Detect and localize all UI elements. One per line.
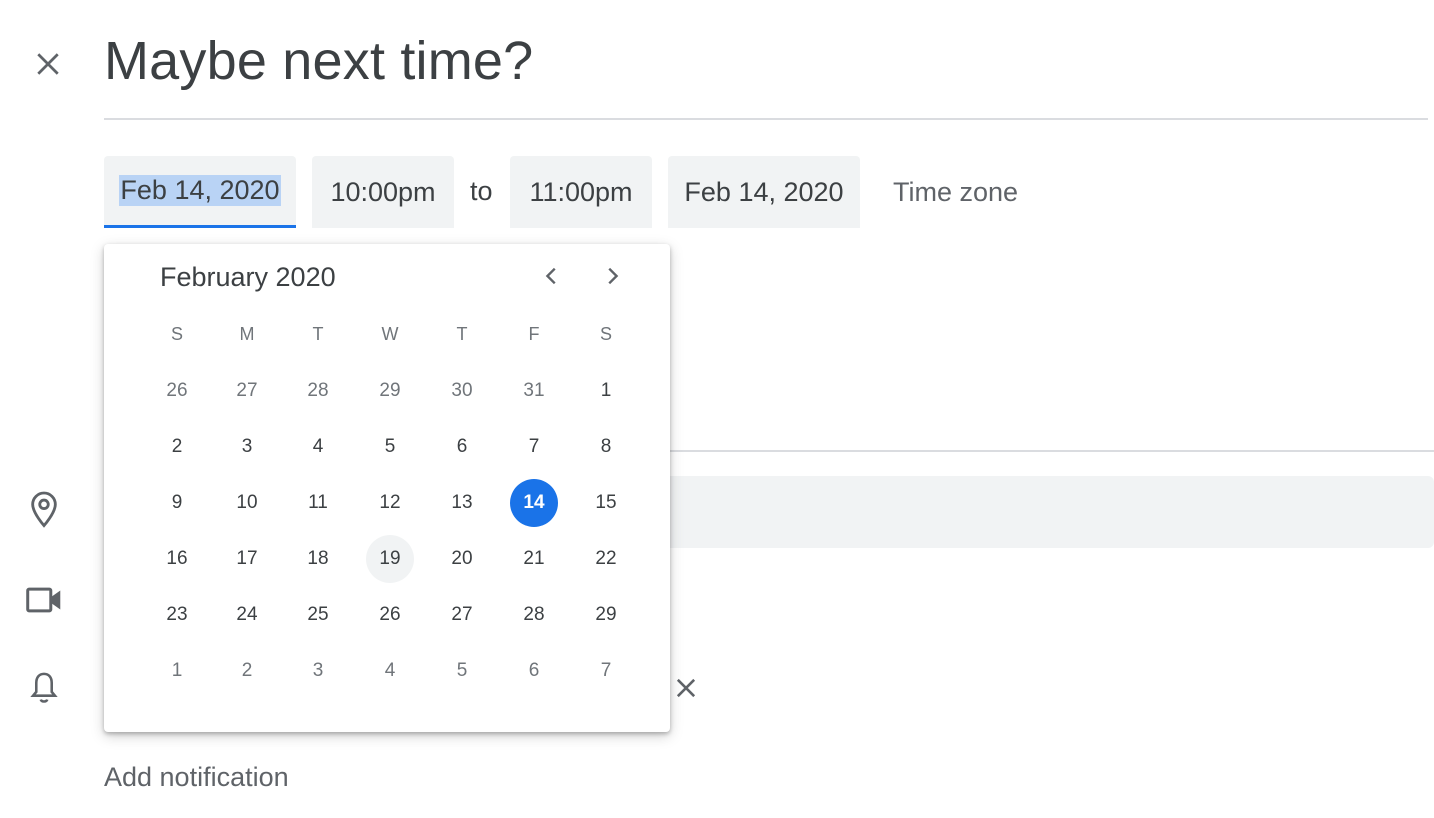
end-time-value: 11:00pm — [529, 176, 633, 207]
calendar-day[interactable]: 4 — [366, 647, 414, 695]
calendar-day[interactable]: 10 — [223, 479, 271, 527]
bell-icon — [22, 666, 66, 710]
calendar-day[interactable]: 17 — [223, 535, 271, 583]
time-zone-button[interactable]: Time zone — [893, 177, 1018, 208]
calendar-day[interactable]: 6 — [438, 423, 486, 471]
calendar-day[interactable]: 12 — [366, 479, 414, 527]
close-button[interactable] — [26, 42, 70, 86]
weekday-label: S — [599, 324, 612, 344]
start-date-value: Feb 14, 2020 — [119, 175, 281, 206]
previous-month-button[interactable] — [532, 256, 572, 296]
video-camera-icon — [22, 578, 66, 622]
calendar-day[interactable]: 20 — [438, 535, 486, 583]
next-month-button[interactable] — [592, 256, 632, 296]
to-label: to — [470, 176, 493, 206]
chevron-left-icon — [545, 267, 556, 285]
end-time-field[interactable]: 11:00pm — [510, 156, 652, 228]
calendar-day[interactable]: 21 — [510, 535, 558, 583]
calendar-day[interactable]: 7 — [510, 423, 558, 471]
remove-notification-button[interactable] — [668, 668, 704, 708]
calendar-day-today[interactable]: 19 — [366, 535, 414, 583]
calendar-day[interactable]: 26 — [153, 367, 201, 415]
calendar-day[interactable]: 1 — [153, 647, 201, 695]
close-icon — [37, 53, 59, 75]
start-date-field[interactable]: Feb 14, 2020 — [104, 156, 296, 228]
weekday-label: S — [170, 324, 183, 344]
calendar-day[interactable]: 29 — [366, 367, 414, 415]
calendar-day[interactable]: 26 — [366, 591, 414, 639]
calendar-day[interactable]: 27 — [223, 367, 271, 415]
calendar-day-selected[interactable]: 14 — [510, 479, 558, 527]
calendar-day[interactable]: 22 — [582, 535, 630, 583]
calendar-day[interactable]: 18 — [294, 535, 342, 583]
calendar-day[interactable]: 28 — [510, 591, 558, 639]
date-picker-popup: February 2020 SMTWTFS 26 27 28 29 30 31 1 2 3 4 5 6… — [104, 244, 670, 732]
calendar-day[interactable]: 31 — [510, 367, 558, 415]
start-time-value: 10:00pm — [330, 176, 436, 207]
calendar-day[interactable]: 13 — [438, 479, 486, 527]
close-icon — [676, 678, 696, 698]
calendar-day[interactable]: 29 — [582, 591, 630, 639]
calendar-month-label: February 2020 — [160, 262, 336, 292]
calendar-day[interactable]: 28 — [294, 367, 342, 415]
add-notification-button[interactable]: Add notification — [104, 762, 289, 793]
event-title[interactable]: Maybe next time? — [104, 30, 533, 92]
calendar-day[interactable]: 5 — [438, 647, 486, 695]
calendar-day[interactable]: 24 — [223, 591, 271, 639]
calendar-day[interactable]: 11 — [294, 479, 342, 527]
title-divider — [104, 118, 1428, 120]
calendar-day[interactable]: 1 — [582, 367, 630, 415]
weekday-label: T — [456, 324, 468, 344]
calendar-day[interactable]: 2 — [153, 423, 201, 471]
calendar-day[interactable]: 15 — [582, 479, 630, 527]
calendar-day[interactable]: 8 — [582, 423, 630, 471]
calendar-day[interactable]: 30 — [438, 367, 486, 415]
calendar-day[interactable]: 3 — [223, 423, 271, 471]
start-time-field[interactable]: 10:00pm — [312, 156, 454, 228]
calendar-day[interactable]: 2 — [223, 647, 271, 695]
calendar-day[interactable]: 16 — [153, 535, 201, 583]
weekday-label: T — [312, 324, 324, 344]
weekday-label: F — [528, 324, 540, 344]
chevron-right-icon — [608, 267, 619, 285]
calendar-day[interactable]: 7 — [582, 647, 630, 695]
end-date-value: Feb 14, 2020 — [684, 176, 844, 207]
end-date-field[interactable]: Feb 14, 2020 — [668, 156, 860, 228]
weekday-label: M — [239, 324, 255, 344]
calendar-day[interactable]: 23 — [153, 591, 201, 639]
calendar-day[interactable]: 4 — [294, 423, 342, 471]
location-pin-icon — [22, 488, 66, 532]
calendar-day[interactable]: 3 — [294, 647, 342, 695]
weekday-label: W — [381, 324, 399, 344]
calendar-day[interactable]: 6 — [510, 647, 558, 695]
calendar-day[interactable]: 25 — [294, 591, 342, 639]
calendar-day[interactable]: 9 — [153, 479, 201, 527]
calendar-day[interactable]: 27 — [438, 591, 486, 639]
calendar-day[interactable]: 5 — [366, 423, 414, 471]
